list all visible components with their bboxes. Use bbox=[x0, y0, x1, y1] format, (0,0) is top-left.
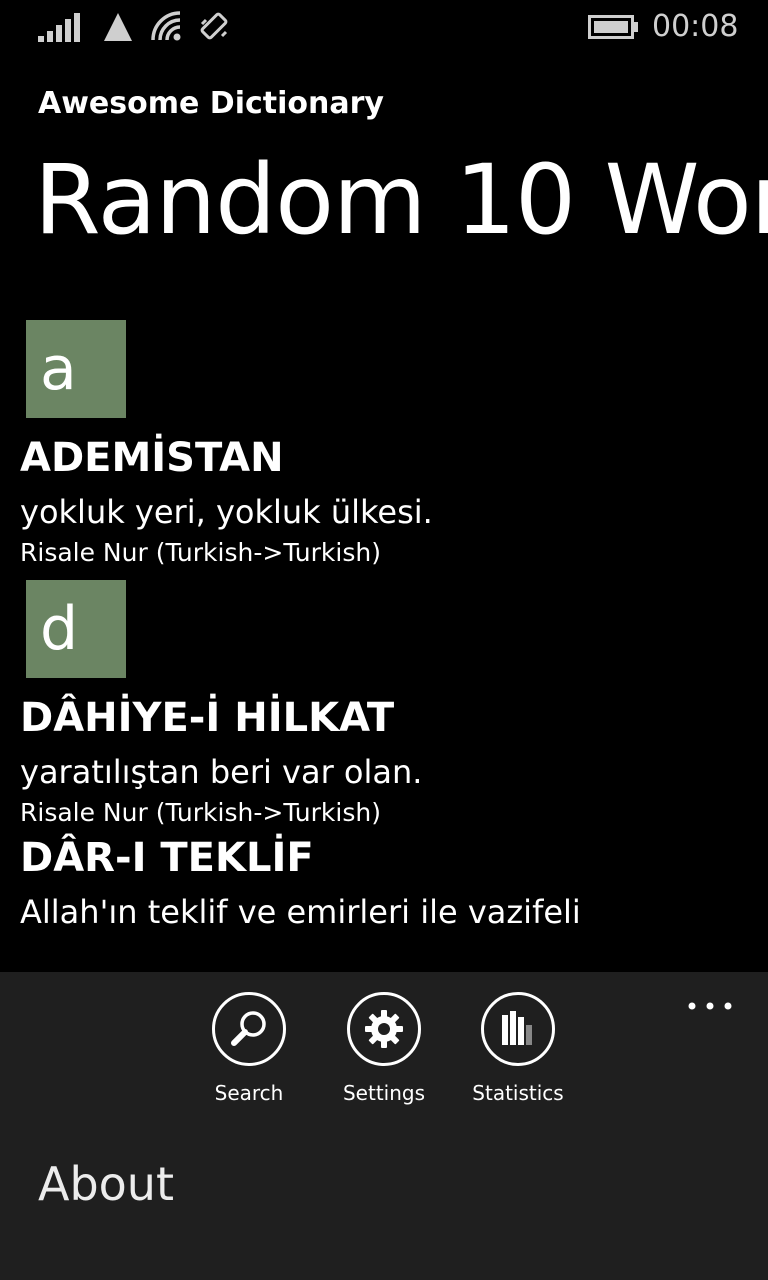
app-title: Awesome Dictionary bbox=[38, 86, 384, 121]
settings-button-label: Settings bbox=[342, 1081, 426, 1105]
list-item[interactable]: DÂR-I TEKLİF Allah'ın teklif ve emirleri… bbox=[0, 832, 768, 934]
word-list[interactable]: a ADEMİSTAN yokluk yeri, yokluk ülkesi. … bbox=[0, 320, 768, 972]
search-button[interactable]: Search bbox=[189, 992, 309, 1112]
menu-item-about[interactable]: About bbox=[38, 1156, 174, 1212]
search-icon bbox=[212, 992, 286, 1066]
status-clock: 00:08 bbox=[652, 9, 739, 44]
letter-group-header[interactable]: a bbox=[26, 320, 126, 418]
list-item[interactable]: ADEMİSTAN yokluk yeri, yokluk ülkesi. Ri… bbox=[0, 432, 768, 570]
vibrate-icon bbox=[200, 12, 228, 40]
page-title: Random 10 Words bbox=[34, 144, 768, 256]
statistics-button-label: Statistics bbox=[472, 1081, 564, 1105]
settings-button[interactable]: Settings bbox=[324, 992, 444, 1112]
gear-icon bbox=[347, 992, 421, 1066]
status-bar: 00:08 bbox=[0, 0, 768, 56]
entry-word: ADEMİSTAN bbox=[20, 435, 284, 481]
screen: 00:08 Awesome Dictionary Random 10 Words… bbox=[0, 0, 768, 1280]
wifi-icon bbox=[151, 11, 181, 41]
entry-meaning: Allah'ın teklif ve emirleri ile vazifeli bbox=[20, 893, 581, 931]
entry-source: Risale Nur (Turkish->Turkish) bbox=[20, 798, 381, 827]
entry-word: DÂHİYE-İ HİLKAT bbox=[20, 695, 395, 741]
entry-meaning: yokluk yeri, yokluk ülkesi. bbox=[20, 493, 433, 531]
statistics-button[interactable]: Statistics bbox=[458, 992, 578, 1112]
search-button-label: Search bbox=[214, 1081, 284, 1105]
letter-group-header[interactable]: d bbox=[26, 580, 126, 678]
more-options-icon[interactable] bbox=[680, 982, 740, 1012]
signal-strength-icon bbox=[38, 13, 80, 42]
entry-word: DÂR-I TEKLİF bbox=[20, 835, 314, 881]
bar-chart-icon bbox=[481, 992, 555, 1066]
battery-icon bbox=[588, 15, 638, 39]
app-bar: Search Settings Statistics About bbox=[0, 972, 768, 1280]
entry-source: Risale Nur (Turkish->Turkish) bbox=[20, 538, 381, 567]
data-connection-icon bbox=[104, 13, 132, 41]
list-item[interactable]: DÂHİYE-İ HİLKAT yaratılıştan beri var ol… bbox=[0, 692, 768, 830]
entry-meaning: yaratılıştan beri var olan. bbox=[20, 753, 423, 791]
